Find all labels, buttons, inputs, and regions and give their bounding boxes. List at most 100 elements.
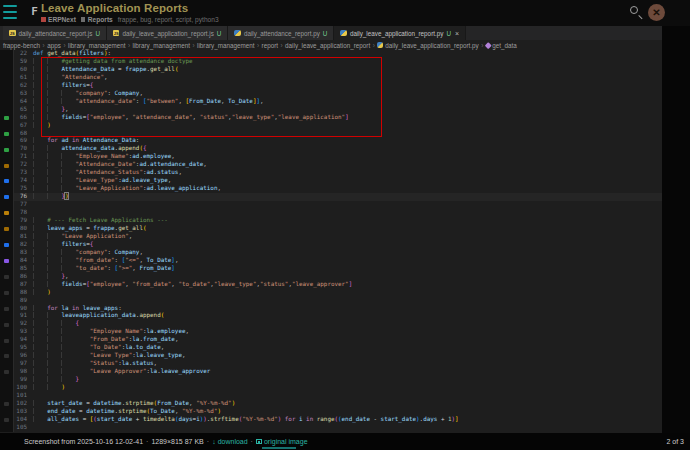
breadcrumb-item[interactable]: library_management xyxy=(197,42,254,49)
code-line: 90 for la in leave_apps: xyxy=(0,305,662,313)
breadcrumb-item[interactable]: daily_leave_application_report xyxy=(285,42,370,49)
breadcrumb-separator: › xyxy=(257,42,259,49)
gutter-mark xyxy=(4,148,9,152)
close-tab-icon[interactable]: × xyxy=(455,30,459,37)
code-line: 88 ) xyxy=(0,289,662,297)
gutter-mark xyxy=(4,275,9,279)
gutter-decoration-strip xyxy=(0,297,14,305)
method-symbol-icon xyxy=(485,42,491,48)
subcategory-label[interactable]: Reports xyxy=(88,16,113,23)
breadcrumb-item[interactable]: daily_leave_application_report.py xyxy=(377,42,478,49)
breadcrumb-item[interactable]: frappe-bench xyxy=(3,42,40,49)
code-line: 87 fields=["employee", "from_date", "to_… xyxy=(0,281,662,289)
python-file-icon xyxy=(377,42,383,48)
gutter-decoration-strip xyxy=(0,400,14,408)
breadcrumb-item[interactable]: report xyxy=(262,42,278,49)
line-number: 103 xyxy=(14,408,27,416)
breadcrumb-item[interactable]: apps xyxy=(47,42,61,49)
gutter-decoration-strip xyxy=(0,90,14,98)
gutter-decoration-strip xyxy=(0,281,14,289)
editor-tab[interactable]: JSdaily_leave_application_report.jsU xyxy=(107,26,228,40)
line-number: 81 xyxy=(14,233,27,241)
gutter-mark xyxy=(4,307,9,311)
code-line: 79 # --- Fetch Leave Applications --- xyxy=(0,217,662,225)
line-number: 82 xyxy=(14,241,27,249)
git-status-untracked: U xyxy=(95,30,100,37)
code-line: 81 "Leave Application", xyxy=(0,233,662,241)
python-file-icon xyxy=(234,30,241,37)
line-number: 84 xyxy=(14,257,27,265)
red-annotation-box xyxy=(41,57,382,138)
git-status-untracked: U xyxy=(446,30,451,37)
category-label[interactable]: ERPNext xyxy=(48,16,76,23)
line-number: 65 xyxy=(14,106,27,114)
hamburger-menu-icon[interactable] xyxy=(3,5,17,19)
editor-tab-bar: JSdaily_attendance_report.jsUJSdaily_lea… xyxy=(0,26,662,40)
line-number: 100 xyxy=(14,384,27,392)
code-line: 104 all_dates = [(start_date + timedelta… xyxy=(0,416,662,424)
gutter-mark xyxy=(4,195,9,199)
gutter-decoration-strip xyxy=(0,368,14,376)
gutter-decoration-strip xyxy=(0,305,14,313)
line-number: 72 xyxy=(14,161,27,169)
breadcrumb-item[interactable]: library_management xyxy=(133,42,190,49)
gutter-decoration-strip xyxy=(0,82,14,90)
editor-tab[interactable]: JSdaily_attendance_report.jsU xyxy=(3,26,107,40)
image-icon xyxy=(256,439,262,444)
close-button[interactable]: ✕ xyxy=(648,4,665,21)
line-number: 22 xyxy=(14,50,27,58)
line-number: 92 xyxy=(14,320,27,328)
line-number: 96 xyxy=(14,352,27,360)
gutter-mark xyxy=(4,243,9,247)
gutter-mark xyxy=(4,211,9,215)
lightbox-footer: Screenshot from 2025-10-16 12-02-41 · 12… xyxy=(0,433,690,450)
editor-tab[interactable]: daily_leave_application_report.pyU× xyxy=(334,26,466,40)
topic-tags[interactable]: frappe, bug, report, script, python3 xyxy=(118,16,219,23)
code-line: 72 "Attendance_Date":ad.attendance_date, xyxy=(0,161,662,169)
gutter-decoration-strip xyxy=(0,177,14,185)
editor-tab[interactable]: daily_attendance_report.pyU xyxy=(228,26,334,40)
line-number: 62 xyxy=(14,82,27,90)
gutter-decoration-strip xyxy=(0,209,14,217)
gutter-mark xyxy=(4,418,9,422)
scroll-indicator[interactable] xyxy=(262,447,296,450)
line-number: 70 xyxy=(14,145,27,153)
code-line: 97 "Status":la.status, xyxy=(0,360,662,368)
topic-title[interactable]: Leave Application Reports xyxy=(41,2,188,14)
code-line: 85 "to_date": [">=", From_Date] xyxy=(0,265,662,273)
gutter-decoration-strip xyxy=(0,376,14,384)
subcategory-badge-icon xyxy=(81,17,86,22)
original-image-link[interactable]: original image xyxy=(256,438,308,445)
line-number: 101 xyxy=(14,392,27,400)
download-link[interactable]: ↓download xyxy=(212,438,247,445)
code-line: 76 }) xyxy=(0,193,662,201)
category-badge-icon xyxy=(41,17,46,22)
code-line: 83 "company": Company, xyxy=(0,249,662,257)
gutter-decoration-strip xyxy=(0,336,14,344)
line-number: 74 xyxy=(14,177,27,185)
search-icon[interactable] xyxy=(629,5,644,20)
line-number: 71 xyxy=(14,153,27,161)
image-dimensions: 1289×815 87 KB xyxy=(151,438,203,445)
javascript-file-icon: JS xyxy=(113,30,120,37)
gutter-decoration-strip xyxy=(0,241,14,249)
line-number: 102 xyxy=(14,400,27,408)
tab-label: daily_attendance_report.js xyxy=(19,30,93,37)
gutter-decoration-strip xyxy=(0,424,14,432)
code-line: 105 xyxy=(0,424,662,432)
breadcrumb-item[interactable]: library_management xyxy=(68,42,125,49)
code-line: 101 xyxy=(0,392,662,400)
gutter-decoration-strip xyxy=(0,408,14,416)
line-number: 99 xyxy=(14,376,27,384)
code-editor-screenshot[interactable]: JSdaily_attendance_report.jsUJSdaily_lea… xyxy=(0,26,662,433)
line-number: 104 xyxy=(14,416,27,424)
forum-logo[interactable]: F xyxy=(28,5,41,18)
gutter-mark xyxy=(4,339,9,343)
code-line: 96 "Leave Type":la.leave_type, xyxy=(0,352,662,360)
gutter-mark xyxy=(4,227,9,231)
line-number: 59 xyxy=(14,58,27,66)
code-line: 103 end_date = datetime.strptime(To_Date… xyxy=(0,408,662,416)
breadcrumb-item[interactable]: get_data xyxy=(486,42,517,49)
code-line: 95 "To_Date":la.to_date, xyxy=(0,344,662,352)
code-line: 78 xyxy=(0,209,662,217)
